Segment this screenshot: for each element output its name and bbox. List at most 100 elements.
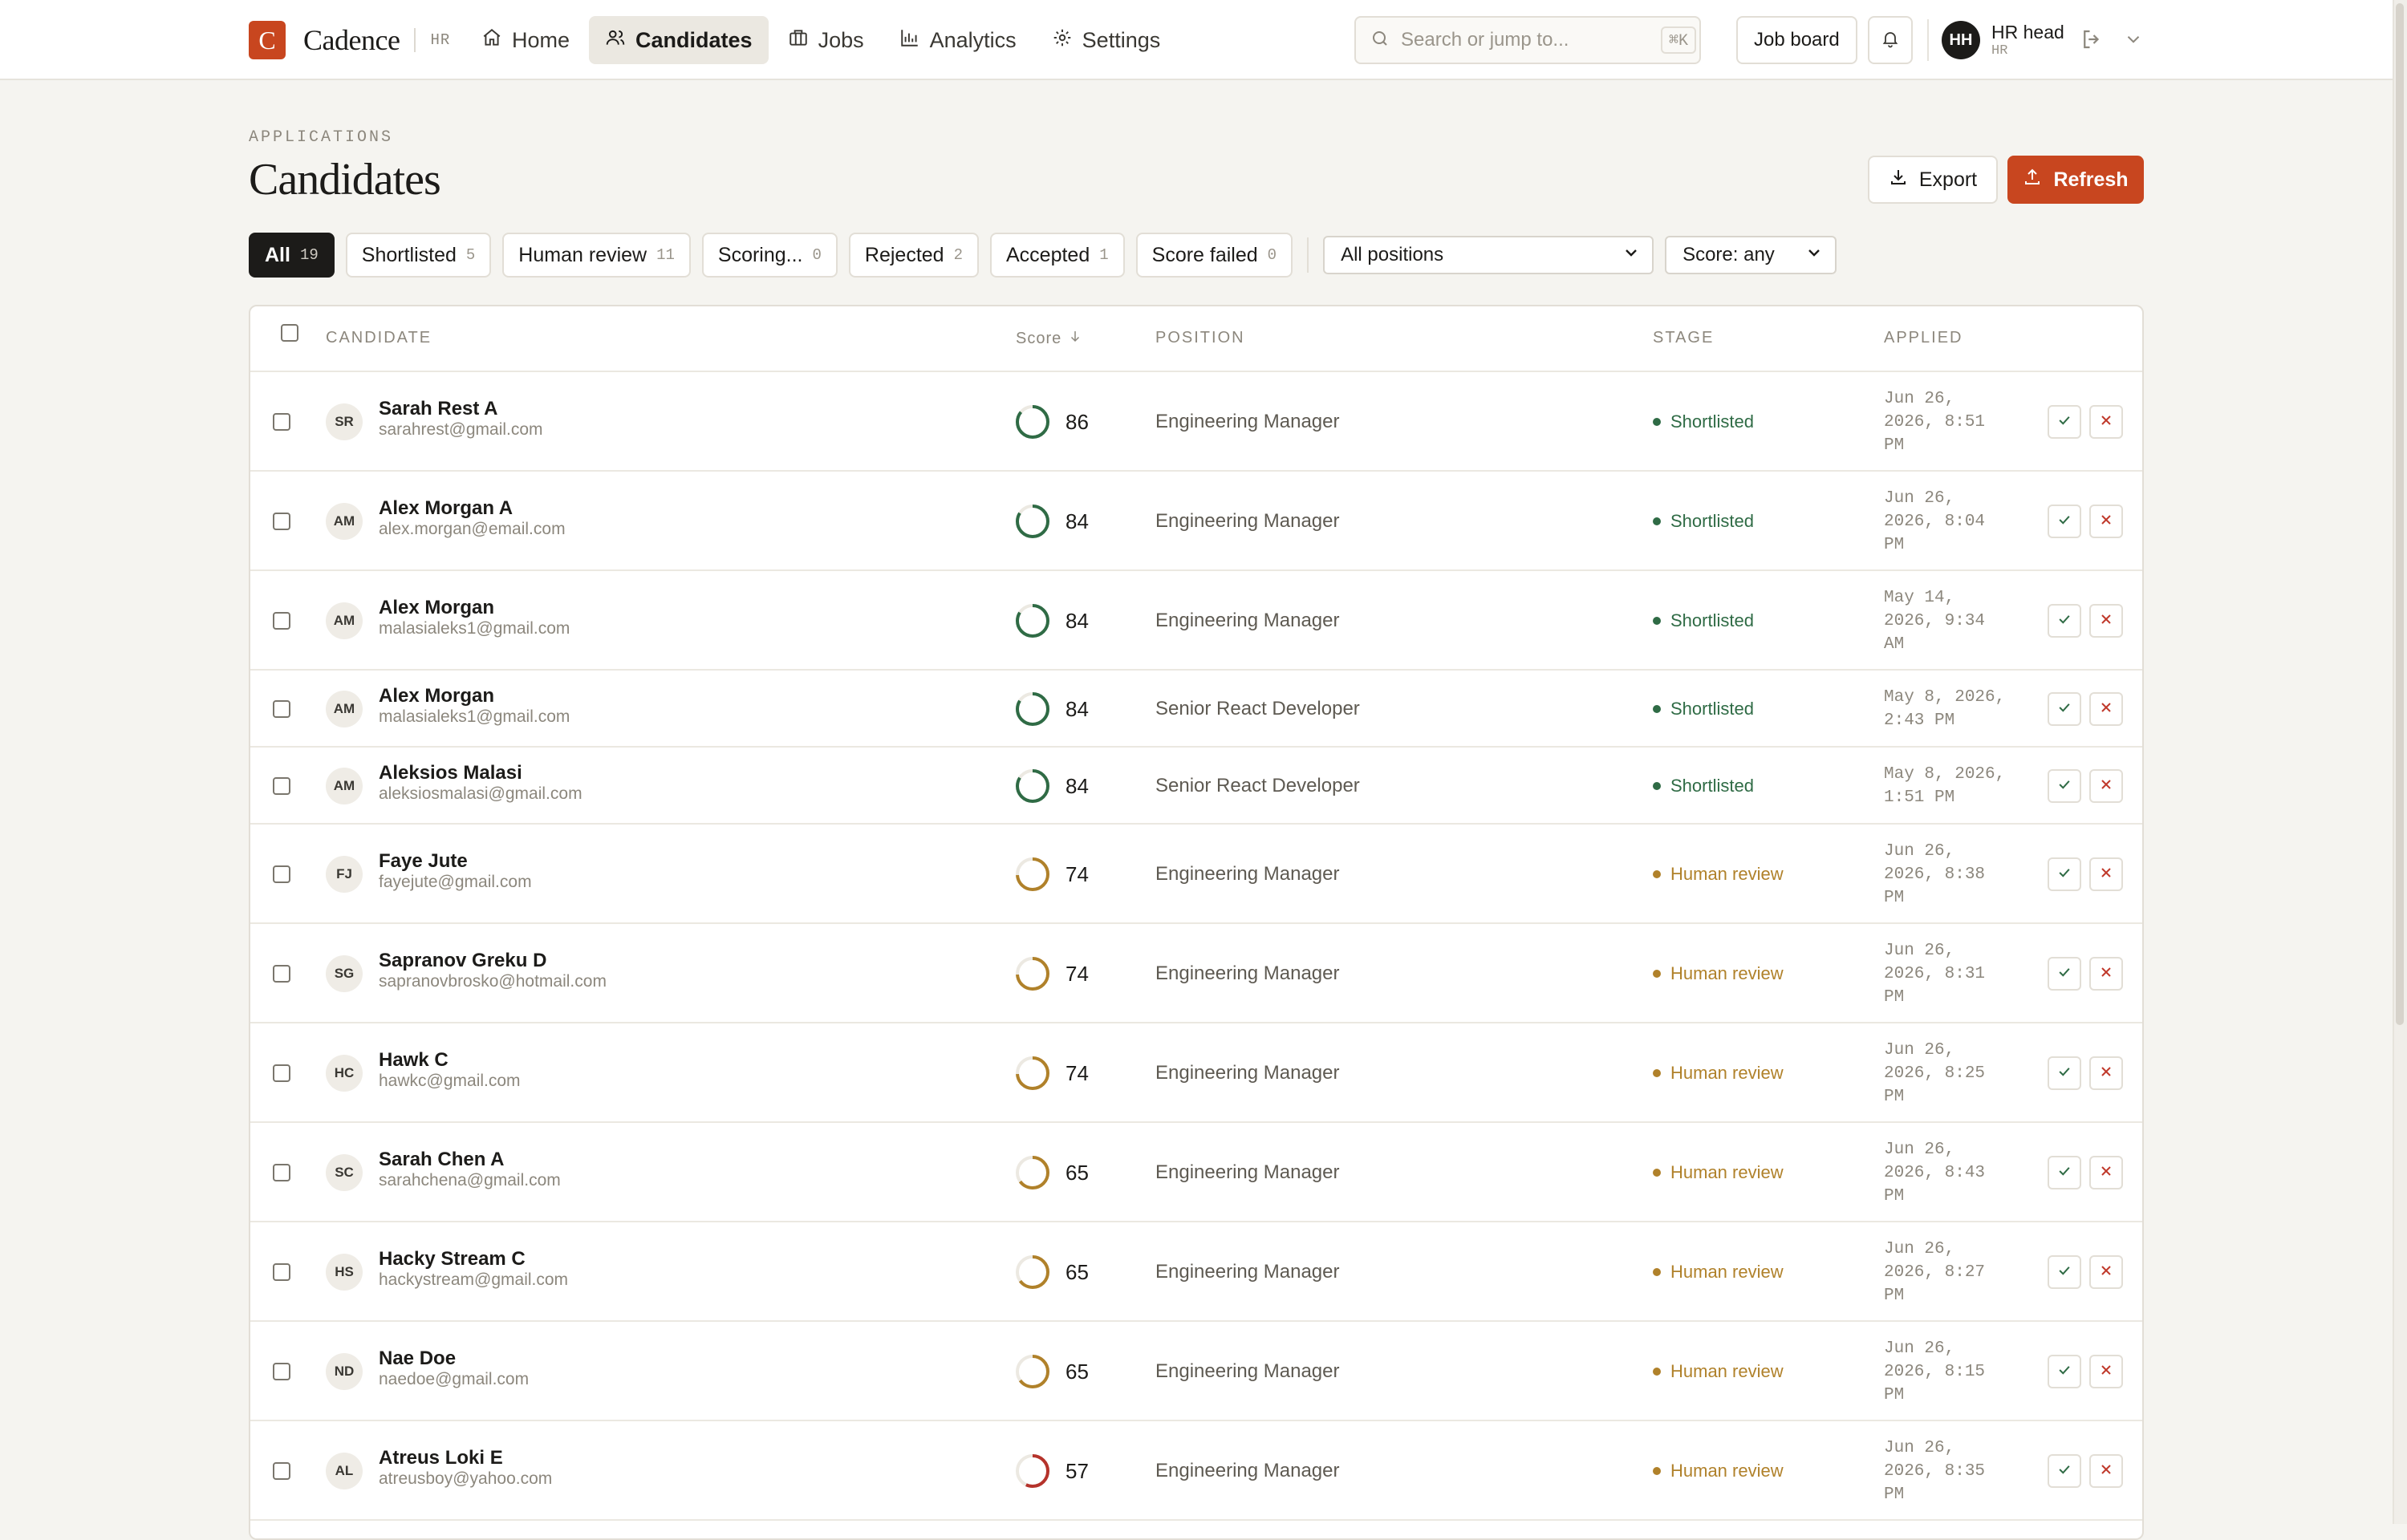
table-row[interactable]: AM Aleksios Malasi aleksiosmalasi@gmail.co… [250,748,2142,825]
candidate-name[interactable]: Nae Doe [379,1348,456,1370]
reject-button[interactable] [2089,1056,2123,1090]
reject-button[interactable] [2089,604,2123,638]
refresh-button[interactable]: Refresh [2007,156,2144,204]
row-checkbox[interactable] [273,1064,290,1082]
score-ring [1016,1056,1049,1090]
position-select[interactable]: All positions [1323,236,1654,274]
stage-badge: Human review [1653,1461,1784,1481]
candidate-name[interactable]: Alex Morgan [379,685,494,707]
row-checkbox[interactable] [273,1263,290,1281]
table-row[interactable]: AM Alex Morgan malasialeks1@gmail.com 84 Eng… [250,571,2142,671]
page-eyebrow: APPLICATIONS [249,128,394,147]
reject-button[interactable] [2089,1454,2123,1488]
accept-button[interactable] [2048,604,2081,638]
candidate-name[interactable]: Hacky Stream C [379,1248,526,1270]
search-box[interactable]: ⌘K [1354,16,1701,64]
row-checkbox[interactable] [273,1462,290,1480]
reject-button[interactable] [2089,1255,2123,1289]
score-ring [1016,1454,1049,1488]
table-row[interactable]: SG Sapranov Greku Dsapranovbrosko@hotmail… [250,924,2142,1023]
accept-button[interactable] [2048,1056,2081,1090]
table-row[interactable]: SC Sarah Chen Asarahchena@gmail.com 65 Engi… [250,1123,2142,1222]
row-checkbox[interactable] [273,513,290,530]
accept-button[interactable] [2048,1156,2081,1189]
filter-chip-accepted[interactable]: Accepted 1 [989,233,1125,278]
table-row[interactable]: AM Alex Morgan malasialeks1@gmail.com 84 Sen… [250,671,2142,748]
nav-item-home[interactable]: Home [465,16,586,64]
nav-item-candidates[interactable]: Candidates [589,16,769,64]
filter-chip-rejected[interactable]: Rejected 2 [848,233,979,278]
candidate-name[interactable]: Alex Morgan [379,597,494,619]
accept-button[interactable] [2048,1355,2081,1388]
filter-chip-shortlisted[interactable]: Shortlisted 5 [345,233,492,278]
nav-item-analytics[interactable]: Analytics [883,16,1033,64]
applied-date-line: PM [1884,1087,1905,1106]
column-header-score[interactable]: Score [1016,329,1082,348]
row-checkbox[interactable] [273,700,290,718]
reject-button[interactable] [2089,957,2123,991]
export-button[interactable]: Export [1868,156,1998,204]
close-icon [2098,611,2114,631]
row-checkbox[interactable] [273,612,290,630]
row-checkbox[interactable] [273,965,290,983]
row-checkbox[interactable] [273,1363,290,1380]
candidate-name[interactable]: Aleksios Malasi [379,762,522,784]
filter-chip-human-review[interactable]: Human review 11 [502,233,691,278]
candidate-name[interactable]: Alex Morgan A [379,497,513,520]
reject-button[interactable] [2089,405,2123,439]
row-checkbox[interactable] [273,777,290,795]
accept-button[interactable] [2048,957,2081,991]
position-name: Engineering Manager [1155,1261,1340,1283]
table-row[interactable]: AL Atreus Loki Eatreusboy@yahoo.com 57 Engi… [250,1421,2142,1521]
reject-button[interactable] [2089,769,2123,803]
candidate-name[interactable]: Atreus Loki E [379,1447,503,1469]
candidate-name[interactable]: Sarah Rest A [379,398,498,420]
reject-button[interactable] [2089,857,2123,891]
applied-date-line: 2026, 8:38 [1884,865,1986,884]
table-row[interactable]: SR Sarah Rest Asarahrest@gmail.com 86 Engin… [250,372,2142,472]
applied-date: May 14, 2026, 9:34 AM [1884,586,2028,656]
applied-date-line: 2026, 8:31 [1884,964,1986,983]
accept-button[interactable] [2048,857,2081,891]
row-checkbox[interactable] [273,413,290,431]
table-row[interactable]: ND Nae Doe naedoe@gmail.com 65 Engineering M… [250,1322,2142,1421]
logout-icon[interactable] [2080,27,2104,51]
accept-button[interactable] [2048,769,2081,803]
accept-button[interactable] [2048,692,2081,726]
table-row[interactable]: HS Hacky Stream Chackystream@gmail.com 65 E… [250,1222,2142,1322]
accept-button[interactable] [2048,1255,2081,1289]
search-input[interactable] [1401,29,1650,51]
score-value: 65 [1065,1260,1089,1284]
candidate-name[interactable]: Hawk C [379,1049,449,1072]
accept-button[interactable] [2048,405,2081,439]
brand[interactable]: C Cadence HR [249,21,450,59]
accept-button[interactable] [2048,505,2081,538]
scrollbar-thumb[interactable] [2396,3,2404,1025]
candidate-name[interactable]: Sapranov Greku D [379,950,546,972]
notifications-button[interactable] [1868,16,1913,64]
filter-chip-scoring[interactable]: Scoring... 0 [701,233,838,278]
filter-chip-all[interactable]: All 19 [249,233,335,278]
row-checkbox[interactable] [273,1164,290,1181]
select-all-checkbox[interactable] [281,324,298,342]
filter-chip-score-failed[interactable]: Score failed 0 [1135,233,1293,278]
reject-button[interactable] [2089,692,2123,726]
table-row[interactable]: AM Alex Morgan Aalex.morgan@email.com 84 En… [250,472,2142,571]
user-menu[interactable]: HH HR head HR [1942,21,2064,59]
accept-button[interactable] [2048,1454,2081,1488]
reject-button[interactable] [2089,505,2123,538]
nav-item-settings[interactable]: Settings [1036,16,1177,64]
candidate-name[interactable]: Faye Jute [379,850,468,873]
reject-button[interactable] [2089,1156,2123,1189]
score-select[interactable]: Score: any [1665,236,1837,274]
job-board-button[interactable]: Job board [1736,16,1857,64]
candidate-email: sarahchena@gmail.com [379,1171,561,1189]
nav-item-jobs[interactable]: Jobs [772,16,880,64]
score-ring [1016,1156,1049,1189]
reject-button[interactable] [2089,1355,2123,1388]
row-checkbox[interactable] [273,865,290,883]
table-row[interactable]: HC Hawk Chawkc@gmail.com 74 Engineering Man… [250,1023,2142,1123]
table-row[interactable]: FJ Faye Jute fayejute@gmail.com 74 Engineeri… [250,825,2142,924]
chevron-down-icon[interactable] [2123,29,2144,50]
candidate-name[interactable]: Sarah Chen A [379,1149,504,1171]
